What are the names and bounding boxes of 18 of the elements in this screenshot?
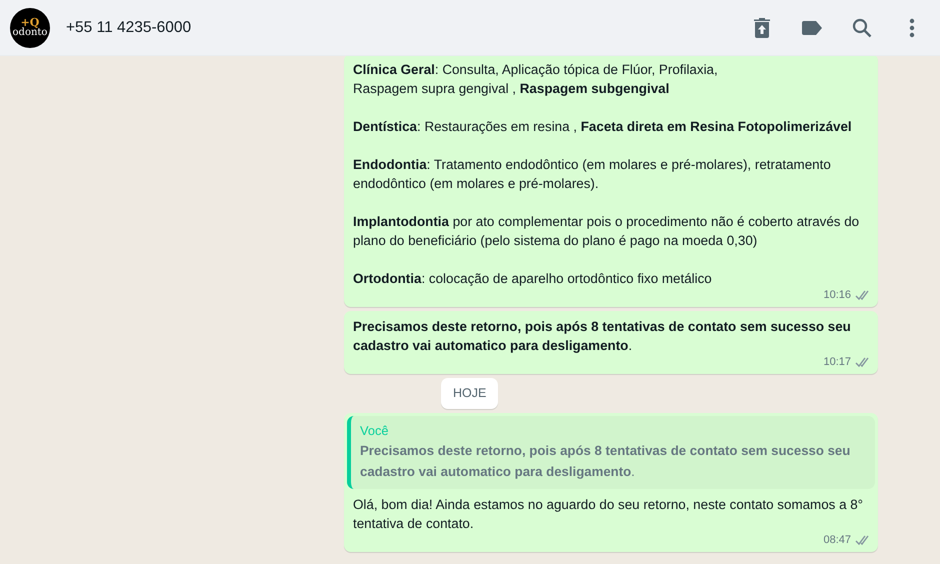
message-time: 10:17 bbox=[823, 355, 851, 370]
quote-text: Precisamos deste retorno, pois após 8 tentativas de contato sem sucesso seu cadastro vai automatico para desligamento. bbox=[360, 442, 852, 481]
message-text: Olá, bom dia! Ainda estamos no aguardo do seu retorno, neste contato somamos a 8° tentativa de contato. bbox=[353, 496, 864, 533]
message-text: Dentística: Restaurações em resina , Faceta direta em Resina Fotopolimerizável bbox=[353, 118, 853, 136]
date-badge: HOJE bbox=[441, 378, 498, 409]
message-text: Implantodontia por ato complementar pois o procedimento não é coberto através do plano do beneficiário (pelo sistema do plano é pago na moeda 0,30) bbox=[353, 213, 860, 250]
message-text: Endodontia: Tratamento endodôntico (em molares e pré-molares), retratamento endodôntico (em molares e pré-molares). bbox=[353, 156, 832, 193]
quoted-message[interactable]: Você Precisamos deste retorno, pois após 8 tentativas de contato sem sucesso seu cadastro vai automatico para desligamento. bbox=[347, 416, 875, 489]
logo-mark: +Q bbox=[20, 17, 40, 28]
message-text: Clínica Geral: Consulta, Aplicação tópica de Flúor, Profilaxia, Raspagem supra gengival , Raspagem subgengival bbox=[353, 61, 719, 98]
contact-name[interactable]: +55 11 4235-6000 bbox=[66, 16, 192, 40]
message-text: Ortodontia: colocação de aparelho ortodôntico fixo metálico bbox=[353, 270, 713, 288]
message-time: 10:16 bbox=[823, 288, 851, 303]
contact-avatar[interactable]: +Q odonto bbox=[10, 8, 50, 48]
message-time: 08:47 bbox=[823, 533, 851, 548]
quote-author: Você bbox=[360, 422, 390, 440]
message-text: Precisamos deste retorno, pois após 8 tentativas de contato sem sucesso seu cadastro vai automatico para desligamento. bbox=[353, 318, 852, 355]
logo-text: odonto bbox=[12, 28, 48, 38]
